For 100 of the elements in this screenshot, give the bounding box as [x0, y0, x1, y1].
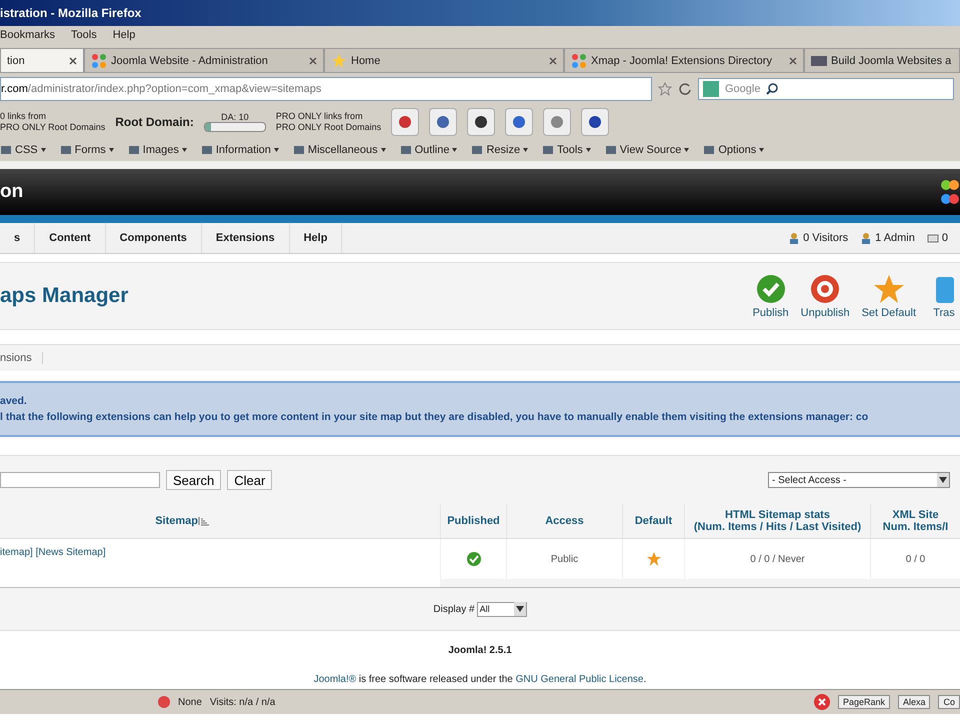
reload-icon	[678, 82, 692, 96]
stop-icon	[158, 696, 170, 708]
admin-menu-item[interactable]: Extensions	[202, 223, 290, 253]
dropdown-caret-icon	[452, 148, 458, 152]
admin-menu-item[interactable]: Components	[106, 223, 202, 253]
developer-menu[interactable]: CSS	[0, 144, 46, 156]
close-icon	[549, 56, 557, 64]
admin-menu-item[interactable]: s	[0, 223, 36, 253]
visits-text: Visits: n/a / n/a	[210, 696, 276, 708]
search-button[interactable]: Search	[166, 470, 222, 490]
joomla-logo-icon	[91, 52, 107, 68]
browser-tab[interactable]: Build Joomla Websites a	[804, 48, 960, 72]
display-label: Display #	[433, 604, 475, 614]
dropdown-caret-icon	[523, 148, 528, 152]
dropdown-caret-icon	[108, 148, 114, 152]
dropdown-caret-icon	[759, 148, 764, 152]
developer-menu[interactable]: View Source	[604, 144, 690, 156]
stop-icon	[809, 273, 842, 305]
admin-menu-item[interactable]: Help	[290, 223, 342, 253]
developer-menu[interactable]: Information	[200, 144, 279, 156]
users-icon	[788, 232, 800, 244]
status-text: None	[178, 696, 202, 708]
toolbar-button[interactable]	[429, 108, 458, 136]
menu-glyph-icon	[0, 144, 12, 156]
bookmark-star-icon	[658, 82, 672, 96]
dropdown-caret-icon	[40, 148, 46, 152]
column-header[interactable]: Sitemap	[0, 504, 440, 538]
domain-authority: DA: 10	[221, 112, 249, 122]
dropdown-caret-icon	[274, 148, 279, 152]
alexa-meter: Alexa	[898, 695, 930, 709]
admin-title: on	[0, 181, 24, 203]
browser-tab[interactable]: Joomla Website - Administration	[84, 48, 324, 72]
table-cell: 0 / 0	[906, 554, 926, 564]
menu-glyph-icon	[60, 144, 72, 156]
caret-icon	[939, 477, 947, 483]
developer-menu[interactable]: Outline	[400, 144, 458, 156]
status-panel: Co	[938, 695, 960, 709]
dropdown-caret-icon	[586, 148, 591, 152]
admin-menu-item[interactable]: Content	[35, 223, 106, 253]
window-title: istration - Mozilla Firefox	[0, 6, 142, 20]
license-link[interactable]: GNU General Public License	[516, 674, 644, 685]
users-icon	[860, 232, 872, 244]
toolbar-button[interactable]: Set Default	[862, 273, 916, 319]
version-text: Joomla! 2.5.1	[447, 645, 513, 656]
browser-tab[interactable]: Xmap - Joomla! Extensions Directory	[564, 48, 804, 72]
developer-menu[interactable]: Images	[128, 144, 187, 156]
developer-menu[interactable]: Miscellaneous	[292, 144, 386, 156]
mail-icon	[926, 232, 939, 244]
close-icon	[69, 56, 77, 64]
table-cell: 0 / 0 / Never	[750, 554, 805, 564]
pagerank-meter: PageRank	[838, 695, 890, 709]
menu-item[interactable]: Bookmarks	[0, 29, 56, 41]
access-select[interactable]: - Select Access -	[768, 472, 950, 488]
menu-item[interactable]: Help	[112, 29, 136, 41]
address-bar[interactable]: r.com/administrator/index.php?option=com_xmap&view=sitemaps	[0, 77, 652, 101]
message-text: l that the following extensions can help you to get more content in your site map but they are disabled, you have to manually enable them visiting the extensions manager: co	[0, 411, 870, 423]
developer-menu[interactable]: Tools	[542, 144, 591, 156]
menu-glyph-icon	[471, 144, 484, 156]
browser-tab[interactable]: tion	[0, 48, 84, 72]
toolbar-button[interactable]	[581, 108, 610, 136]
menu-glyph-icon	[292, 144, 305, 156]
display-select[interactable]: All	[476, 602, 527, 616]
search-input[interactable]	[0, 472, 160, 488]
toolbar-button[interactable]: Publish	[752, 273, 789, 319]
clear-button[interactable]: Clear	[227, 470, 272, 490]
toolbar-button[interactable]	[467, 108, 496, 136]
message-text: aved.	[0, 395, 28, 407]
root-domain-label: Root Domain:	[115, 115, 194, 129]
search-field[interactable]: Google	[698, 78, 954, 100]
status-count: 1 Admin	[860, 232, 915, 244]
license-text: Joomla!® is free software released under the GNU General Public License.	[312, 674, 648, 685]
menu-glyph-icon	[703, 144, 716, 156]
submenu-link[interactable]: nsions	[0, 352, 43, 364]
status-count: 0	[926, 232, 948, 244]
developer-menu[interactable]: Options	[703, 144, 764, 156]
check-icon	[754, 273, 787, 305]
menu-item[interactable]: Tools	[71, 29, 97, 41]
sort-icon	[198, 516, 210, 526]
star-icon	[872, 273, 905, 305]
caret-icon	[516, 606, 524, 612]
developer-menu[interactable]: Resize	[471, 144, 528, 156]
developer-menu[interactable]: Forms	[60, 144, 114, 156]
sitemap-link[interactable]: itemap] [News Sitemap]	[0, 547, 106, 558]
dropdown-caret-icon	[684, 148, 690, 152]
joomla-logo-icon	[940, 177, 960, 207]
status-count: 0 Visitors	[788, 232, 848, 244]
menu-glyph-icon	[128, 144, 140, 156]
browser-tab[interactable]: Home	[324, 48, 564, 72]
joomla-logo-icon	[571, 52, 587, 68]
star-icon	[331, 52, 347, 68]
dropdown-caret-icon	[182, 148, 187, 152]
toolbar-button[interactable]	[505, 108, 534, 136]
close-icon	[789, 56, 797, 64]
joomla-link[interactable]: Joomla!®	[314, 674, 356, 685]
links-count: 0 links from PRO ONLY Root Domains	[0, 111, 106, 133]
toolbar-button[interactable]: Tras	[928, 273, 960, 319]
pro-links-text: PRO ONLY links from PRO ONLY Root Domains	[276, 111, 382, 133]
close-icon	[309, 56, 317, 64]
toolbar-button[interactable]: Unpublish	[800, 273, 850, 319]
table-cell: Public	[550, 554, 578, 564]
